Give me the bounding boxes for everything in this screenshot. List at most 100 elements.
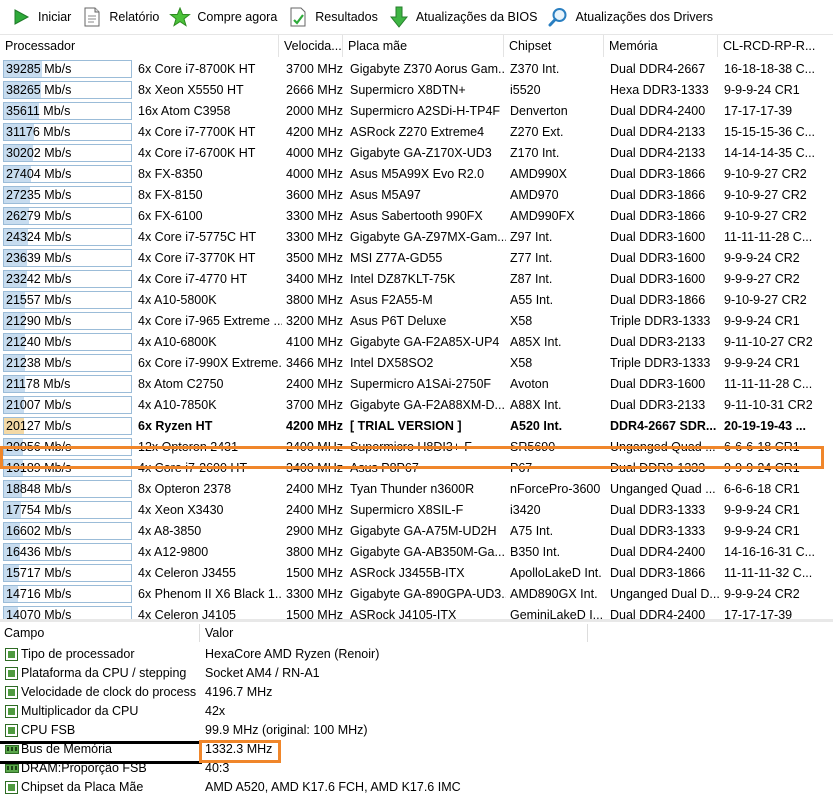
table-row[interactable]: 23242 Mb/s 4x Core i7-4770 HT 3400 MHz Inte… (0, 269, 833, 290)
detail-value: 40:3 (205, 761, 230, 775)
chipset-cell: Z77 Int. (510, 251, 553, 265)
bios-updates-button[interactable]: Atualizações da BIOS (384, 2, 544, 32)
table-row[interactable]: 21557 Mb/s 4x A10-5800K 3800 MHz Asus F2A55… (0, 290, 833, 311)
column-header-motherboard[interactable]: Placa mãe (343, 35, 504, 57)
star-icon (169, 6, 192, 28)
table-row[interactable]: 21290 Mb/s 4x Core i7-965 Extreme ... 3200… (0, 311, 833, 332)
motherboard-cell: MSI Z77A-GD55 (350, 251, 443, 265)
detail-row[interactable]: Velocidade de clock do process... 4196.7 … (0, 683, 833, 702)
table-row[interactable]: 39285 Mb/s 6x Core i7-8700K HT 3700 MHz Gig… (0, 59, 833, 80)
memory-cell: Dual DDR3-1866 (610, 293, 706, 307)
chipset-cell: Z97 Int. (510, 230, 553, 244)
clock-speed-cell: 4000 MHz (286, 146, 343, 160)
results-grid: Processador Velocida... Placa mãe Chipse… (0, 34, 833, 619)
table-row[interactable]: 15717 Mb/s 4x Celeron J3455 1500 MHz ASRock… (0, 563, 833, 584)
search-icon (547, 6, 569, 28)
table-row[interactable]: 27235 Mb/s 8x FX-8150 3600 MHz Asus M5A97 AM… (0, 185, 833, 206)
detail-row[interactable]: Plataforma da CPU / stepping Socket AM4 /… (0, 664, 833, 683)
table-row[interactable]: 26279 Mb/s 6x FX-6100 3300 MHz Asus Saberto… (0, 206, 833, 227)
timings-cell: 9-9-9-24 CR1 (724, 356, 800, 370)
motherboard-cell: Tyan Thunder n3600R (350, 482, 475, 496)
chipset-cell: AMD970 (510, 188, 559, 202)
motherboard-cell: Gigabyte GA-Z170X-UD3 (350, 146, 492, 160)
clock-speed-cell: 4100 MHz (286, 335, 343, 349)
result-value: 38265 Mb/s (6, 83, 72, 97)
table-row[interactable]: 27404 Mb/s 8x FX-8350 4000 MHz Asus M5A99X … (0, 164, 833, 185)
detail-value: 42x (205, 704, 226, 718)
result-cell: 39285 Mb/s (0, 59, 134, 80)
result-value: 27404 Mb/s (6, 167, 72, 181)
table-row[interactable]: 17754 Mb/s 4x Xeon X3430 2400 MHz Supermicr… (0, 500, 833, 521)
table-row[interactable]: 16436 Mb/s 4x A12-9800 3800 MHz Gigabyte GA… (0, 542, 833, 563)
result-value: 39285 Mb/s (6, 62, 72, 76)
column-header-timings[interactable]: CL-RCD-RP-R... (718, 35, 833, 57)
timings-cell: 9-9-9-24 CR2 (724, 251, 800, 265)
table-row[interactable]: 14070 Mb/s 4x Celeron J4105 1500 MHz ASRock… (0, 605, 833, 619)
cpu-chip-icon (5, 705, 18, 718)
detail-row[interactable]: Multiplicador da CPU 42x (0, 702, 833, 721)
start-button[interactable]: Iniciar (6, 2, 77, 32)
result-cell: 23639 Mb/s (0, 248, 134, 269)
detail-row[interactable]: CPU FSB 99.9 MHz (original: 100 MHz) (0, 721, 833, 740)
detail-row[interactable]: Bus de Memória 1332.3 MHz (0, 740, 833, 759)
driver-updates-button[interactable]: Atualizações dos Drivers (543, 2, 719, 32)
buy-now-button[interactable]: Compre agora (165, 2, 283, 32)
processor-cell: 4x Core i7-6700K HT (138, 146, 256, 160)
detail-field: Plataforma da CPU / stepping (21, 666, 187, 680)
timings-cell: 14-16-16-31 C... (724, 545, 816, 559)
cpu-chip-icon (5, 667, 18, 680)
table-row[interactable]: 21178 Mb/s 8x Atom C2750 2400 MHz Supermicr… (0, 374, 833, 395)
memory-cell: Dual DDR3-1333 (610, 461, 706, 475)
column-header-speed[interactable]: Velocida... (279, 35, 343, 57)
details-header-value[interactable]: Valor (205, 622, 233, 644)
clock-speed-cell: 2400 MHz (286, 482, 343, 496)
table-row[interactable]: 21007 Mb/s 4x A10-7850K 3700 MHz Gigabyte G… (0, 395, 833, 416)
column-header-chipset[interactable]: Chipset (504, 35, 604, 57)
table-row[interactable]: 21240 Mb/s 4x A10-6800K 4100 MHz Gigabyte G… (0, 332, 833, 353)
table-row[interactable]: 16602 Mb/s 4x A8-3850 2900 MHz Gigabyte GA-… (0, 521, 833, 542)
motherboard-cell: Supermicro H8DI3+-F (350, 440, 472, 454)
cpu-chip-icon (5, 648, 18, 661)
table-row[interactable]: 35611 Mb/s 16x Atom C3958 2000 MHz Supermic… (0, 101, 833, 122)
table-row[interactable]: 18848 Mb/s 8x Opteron 2378 2400 MHz Tyan Th… (0, 479, 833, 500)
processor-cell: 4x Core i7-3770K HT (138, 251, 256, 265)
clock-speed-cell: 3200 MHz (286, 314, 343, 328)
clock-speed-cell: 3800 MHz (286, 545, 343, 559)
detail-row[interactable]: Chipset da Placa Mãe AMD A520, AMD K17.6 … (0, 778, 833, 797)
result-bar: 14070 Mb/s (3, 606, 132, 619)
memory-cell: Dual DDR4-2400 (610, 104, 706, 118)
report-button[interactable]: Relatório (77, 2, 165, 32)
clock-speed-cell: 3300 MHz (286, 209, 343, 223)
details-header-field[interactable]: Campo (4, 622, 199, 644)
table-row[interactable]: 24324 Mb/s 4x Core i7-5775C HT 3300 MHz Gig… (0, 227, 833, 248)
table-row[interactable]: 38265 Mb/s 8x Xeon X5550 HT 2666 MHz Superm… (0, 80, 833, 101)
timings-cell: 17-17-17-39 (724, 104, 793, 118)
result-cell: 21178 Mb/s (0, 374, 134, 395)
memory-cell: Dual DDR4-2667 (610, 62, 706, 76)
processor-cell: 8x Xeon X5550 HT (138, 83, 244, 97)
result-value: 18848 Mb/s (6, 482, 72, 496)
timings-cell: 9-10-9-27 CR2 (724, 209, 807, 223)
table-row-current-system[interactable]: 20127 Mb/s 6x Ryzen HT 4200 MHz [ TRIAL VER… (0, 416, 833, 437)
table-row[interactable]: 31176 Mb/s 4x Core i7-7700K HT 4200 MHz ASR… (0, 122, 833, 143)
chipset-cell: nForcePro-3600 (510, 482, 601, 496)
processor-cell: 12x Opteron 2431 (138, 440, 239, 454)
detail-value: HexaCore AMD Ryzen (Renoir) (205, 647, 380, 661)
table-row[interactable]: 21238 Mb/s 6x Core i7-990X Extreme... 3466… (0, 353, 833, 374)
result-cell: 27404 Mb/s (0, 164, 134, 185)
timings-cell: 6-6-6-18 CR1 (724, 440, 800, 454)
detail-value: 99.9 MHz (original: 100 MHz) (205, 723, 368, 737)
results-button[interactable]: Resultados (283, 2, 384, 32)
table-row[interactable]: 23639 Mb/s 4x Core i7-3770K HT 3500 MHz MSI… (0, 248, 833, 269)
table-row[interactable]: 14716 Mb/s 6x Phenom II X6 Black 1... 3300… (0, 584, 833, 605)
table-row[interactable]: 30202 Mb/s 4x Core i7-6700K HT 4000 MHz Gig… (0, 143, 833, 164)
column-header-memory[interactable]: Memória (604, 35, 718, 57)
timings-cell: 9-9-9-24 CR2 (724, 587, 800, 601)
column-header-processor[interactable]: Processador (0, 35, 279, 57)
detail-row[interactable]: Tipo de processador HexaCore AMD Ryzen (R… (0, 645, 833, 664)
table-row[interactable]: 19189 Mb/s 4x Core i7-2600 HT 3400 MHz Asus… (0, 458, 833, 479)
processor-cell: 6x FX-6100 (138, 209, 203, 223)
table-row[interactable]: 20056 Mb/s 12x Opteron 2431 2400 MHz Superm… (0, 437, 833, 458)
detail-row[interactable]: DRAM:Proporção FSB 40:3 (0, 759, 833, 778)
detail-value: AMD A520, AMD K17.6 FCH, AMD K17.6 IMC (205, 780, 461, 794)
